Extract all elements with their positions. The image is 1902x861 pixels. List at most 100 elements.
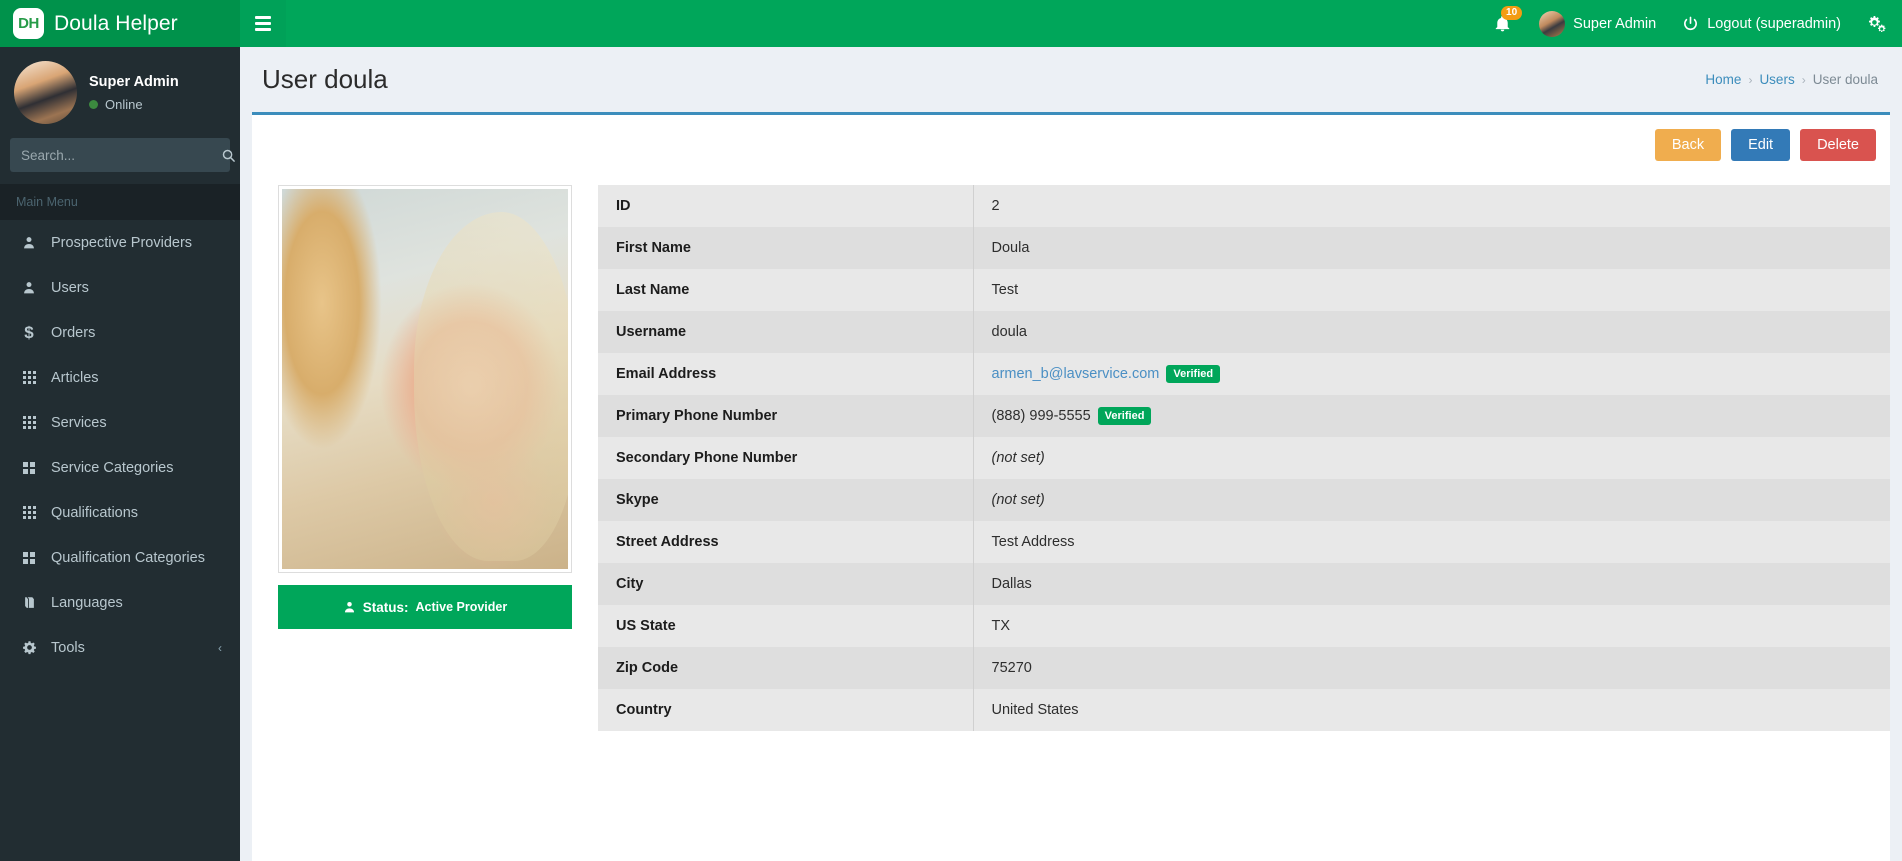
- phone-value: (888) 999-5555: [991, 407, 1091, 424]
- back-button[interactable]: Back: [1654, 129, 1722, 161]
- edit-button[interactable]: Edit: [1731, 129, 1791, 161]
- row-value: (not set): [991, 450, 1045, 466]
- sidebar-item-articles[interactable]: Articles: [0, 355, 240, 400]
- row-value: Doula: [991, 240, 1030, 256]
- sidebar-item-languages[interactable]: Languages: [0, 580, 240, 625]
- avatar: [14, 61, 77, 124]
- row-label: Secondary Phone Number: [598, 437, 974, 479]
- table-row: Zip Code 75270: [598, 647, 1890, 689]
- status-label: Status:: [362, 599, 409, 615]
- logout-button[interactable]: Logout (superadmin): [1669, 0, 1854, 47]
- row-label: First Name: [598, 227, 974, 269]
- table-row: ID 2: [598, 185, 1890, 227]
- verified-badge: Verified: [1097, 407, 1152, 425]
- sidebar-item-label: Qualifications: [51, 504, 139, 521]
- breadcrumb: Home › Users › User doula: [1705, 72, 1878, 87]
- sidebar-menu: Prospective Providers Users $ Orders Art…: [0, 220, 240, 670]
- brand-logo-area[interactable]: DH Doula Helper: [0, 0, 240, 47]
- table-row: Email Address armen_b@lavservice.com Veri…: [598, 353, 1890, 395]
- sidebar-item-qualification-categories[interactable]: Qualification Categories: [0, 535, 240, 580]
- content-header: User doula Home › Users › User doula: [240, 47, 1902, 112]
- sidebar-user-status: Online: [89, 97, 179, 112]
- logout-label: Logout (superadmin): [1707, 15, 1841, 32]
- gears-icon: [1868, 16, 1886, 33]
- card-actions: Back Edit Delete: [252, 115, 1890, 173]
- sidebar: Super Admin Online Main Menu: [0, 47, 240, 861]
- page-title: User doula: [262, 64, 388, 94]
- sidebar-item-tools[interactable]: Tools ‹: [0, 625, 240, 670]
- sidebar-item-label: Services: [51, 414, 107, 431]
- settings-button[interactable]: [1854, 0, 1902, 47]
- sidebar-item-qualifications[interactable]: Qualifications: [0, 490, 240, 535]
- row-value: Test Address: [991, 534, 1075, 550]
- sidebar-status-label: Online: [105, 96, 143, 112]
- sidebar-item-services[interactable]: Services: [0, 400, 240, 445]
- logo-icon: DH: [13, 8, 44, 39]
- user-icon: [19, 280, 39, 295]
- email-link[interactable]: armen_b@lavservice.com: [992, 366, 1160, 382]
- sidebar-item-label: Articles: [51, 369, 99, 386]
- row-label: Zip Code: [598, 647, 974, 689]
- sidebar-user-panel[interactable]: Super Admin Online: [0, 47, 240, 138]
- card-body: Status: Active Provider ID 2 First Name: [252, 173, 1890, 731]
- breadcrumb-item-home[interactable]: Home: [1705, 72, 1741, 87]
- photo-column: Status: Active Provider: [278, 173, 598, 731]
- table-row: Skype (not set): [598, 479, 1890, 521]
- notifications-button[interactable]: 10: [1479, 0, 1526, 47]
- sidebar-item-label: Orders: [51, 324, 96, 341]
- sidebar-item-prospective-providers[interactable]: Prospective Providers: [0, 220, 240, 265]
- sidebar-item-label: Languages: [51, 594, 123, 611]
- user-menu[interactable]: Super Admin: [1526, 0, 1669, 47]
- user-menu-label: Super Admin: [1573, 15, 1657, 32]
- table-row: First Name Doula: [598, 227, 1890, 269]
- row-label: Last Name: [598, 269, 974, 311]
- grid-3x3-icon: [19, 371, 39, 384]
- details-table-column: ID 2 First Name Doula Last Name Test Use…: [598, 173, 1890, 731]
- table-row: Secondary Phone Number (not set): [598, 437, 1890, 479]
- sidebar-item-label: Service Categories: [51, 459, 174, 476]
- chevron-left-icon: ‹: [218, 640, 222, 655]
- grid-3x3-icon: [19, 416, 39, 429]
- verified-badge: Verified: [1166, 365, 1221, 383]
- user-icon: [19, 235, 39, 250]
- delete-button[interactable]: Delete: [1800, 129, 1876, 161]
- breadcrumb-item-current: User doula: [1812, 72, 1878, 87]
- table-row: Country United States: [598, 689, 1890, 731]
- table-row: Street Address Test Address: [598, 521, 1890, 563]
- search-box[interactable]: [10, 138, 235, 172]
- detail-card: Back Edit Delete Status: Active Provider: [252, 112, 1890, 861]
- status-badge: Status: Active Provider: [278, 585, 572, 629]
- search-input[interactable]: [10, 147, 209, 163]
- row-value: United States: [991, 702, 1079, 718]
- row-value-cell: armen_b@lavservice.com Verified: [973, 353, 1890, 395]
- sidebar-item-service-categories[interactable]: Service Categories: [0, 445, 240, 490]
- top-bar: DH Doula Helper 10 Super Admin Logout (s…: [0, 0, 1902, 47]
- row-label: Email Address: [598, 353, 974, 395]
- row-label: Street Address: [598, 521, 974, 563]
- table-row: City Dallas: [598, 563, 1890, 605]
- row-label: Username: [598, 311, 974, 353]
- user-photo-frame: [278, 185, 572, 573]
- search-icon: [222, 149, 235, 162]
- menu-section-header: Main Menu: [0, 184, 240, 220]
- row-label: Primary Phone Number: [598, 395, 974, 437]
- hamburger-icon[interactable]: [240, 0, 286, 47]
- row-value: 2: [991, 198, 1000, 214]
- table-row: US State TX: [598, 605, 1890, 647]
- search-button[interactable]: [209, 148, 240, 163]
- navbar: 10 Super Admin Logout (superadmin): [240, 0, 1902, 47]
- sidebar-item-label: Prospective Providers: [51, 234, 193, 251]
- sidebar-item-orders[interactable]: $ Orders: [0, 310, 240, 355]
- row-value: Dallas: [991, 576, 1032, 592]
- sidebar-item-label: Qualification Categories: [51, 549, 205, 566]
- book-icon: [19, 595, 39, 610]
- sidebar-item-users[interactable]: Users: [0, 265, 240, 310]
- grid-2x2-icon: [19, 461, 39, 474]
- brand-name: Doula Helper: [54, 11, 178, 35]
- breadcrumb-item-users[interactable]: Users: [1759, 72, 1794, 87]
- breadcrumb-separator: ›: [1748, 72, 1753, 87]
- row-value: doula: [991, 324, 1027, 340]
- app-shell: Super Admin Online Main Menu: [0, 47, 1902, 861]
- row-label: Country: [598, 689, 974, 731]
- table-row: Last Name Test: [598, 269, 1890, 311]
